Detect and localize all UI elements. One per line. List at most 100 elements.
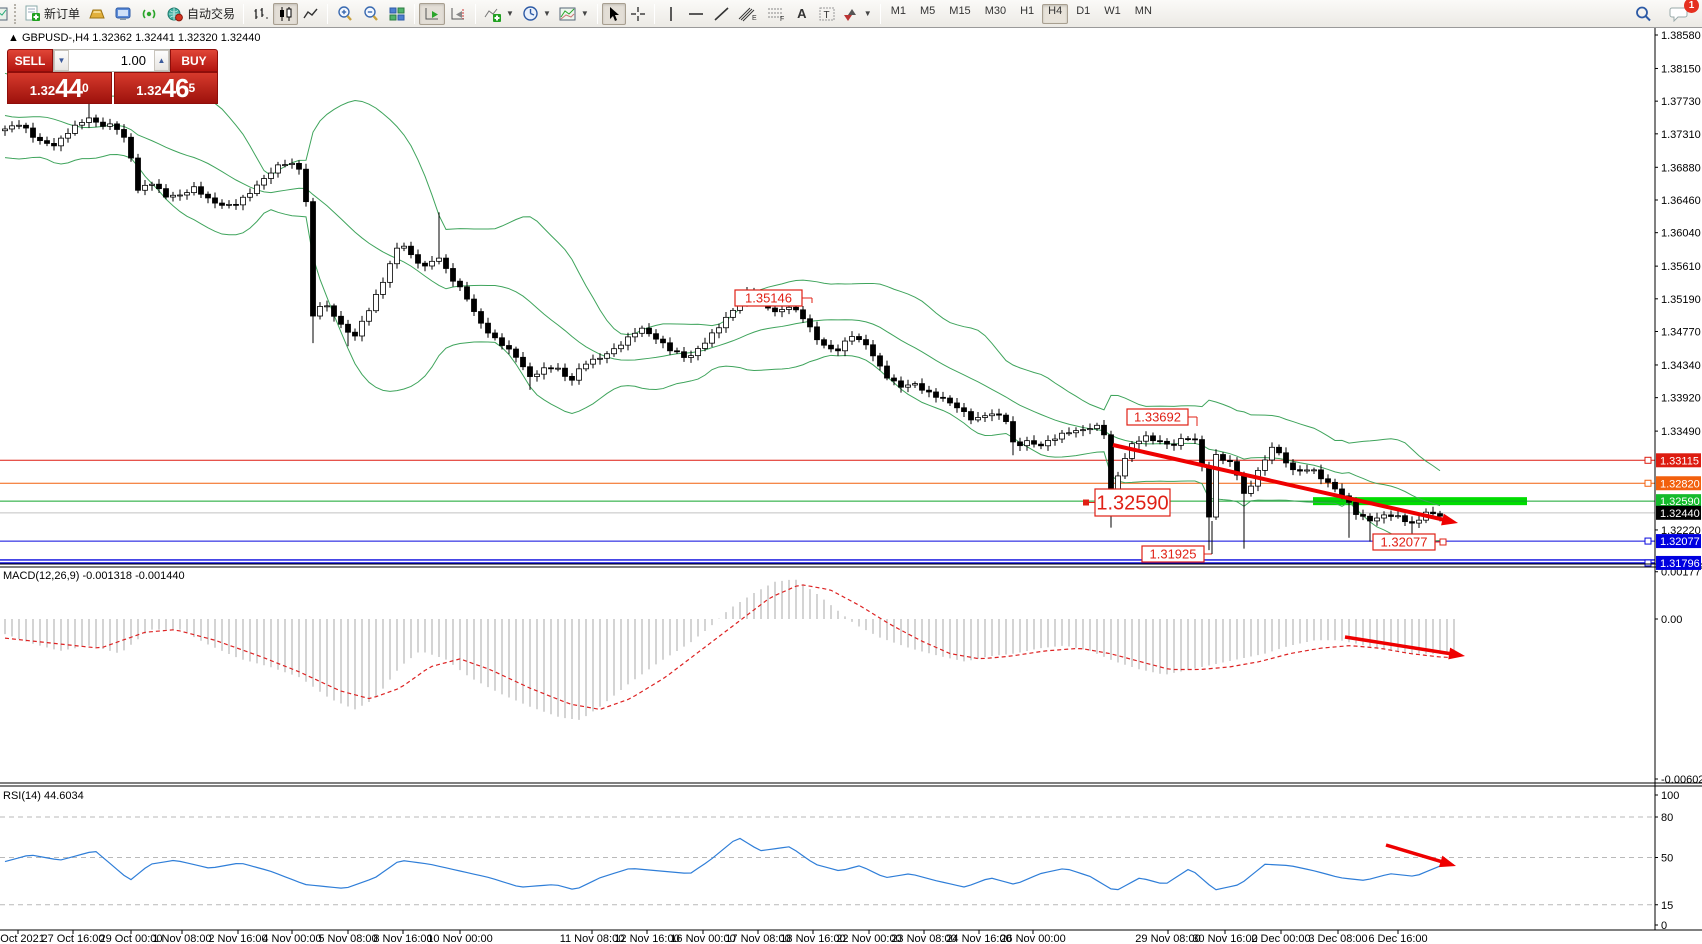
volume-increase-button[interactable]: ▲ bbox=[154, 50, 169, 71]
templates-button[interactable]: ▼ bbox=[555, 3, 593, 25]
candle bbox=[1025, 441, 1030, 446]
chart-canvas[interactable]: 1.385801.381501.377301.373101.368801.364… bbox=[0, 28, 1702, 944]
candle bbox=[430, 261, 435, 266]
timeframe-button-h1[interactable]: H1 bbox=[1014, 4, 1040, 24]
timeframe-button-m30[interactable]: M30 bbox=[979, 4, 1012, 24]
notifications-chat-icon[interactable]: 1 bbox=[1665, 3, 1692, 25]
svg-text:1.32590: 1.32590 bbox=[1096, 493, 1168, 515]
annotation-label[interactable]: 1.33692 bbox=[1127, 409, 1197, 426]
candle bbox=[969, 412, 974, 420]
svg-text:E: E bbox=[752, 15, 757, 22]
cursor-tool-button[interactable] bbox=[602, 3, 626, 25]
chart-shift-button[interactable] bbox=[445, 3, 471, 25]
search-icon[interactable] bbox=[1630, 3, 1657, 25]
annotation-label[interactable]: 1.32077 bbox=[1373, 534, 1446, 550]
autotrading-button[interactable]: 自动交易 bbox=[162, 3, 239, 25]
annotation-label[interactable]: 1.32590 bbox=[1083, 489, 1170, 516]
autotrading-label: 自动交易 bbox=[187, 5, 235, 22]
candle bbox=[52, 143, 57, 145]
candle bbox=[297, 163, 302, 169]
date-label: 2 Dec 00:00 bbox=[1251, 933, 1310, 944]
indicators-dropdown-arrow[interactable]: ▼ bbox=[506, 9, 514, 18]
equidistant-channel-tool[interactable]: E bbox=[734, 3, 762, 25]
candle bbox=[115, 124, 120, 130]
periods-dropdown-arrow[interactable]: ▼ bbox=[543, 9, 551, 18]
svg-text:1.35146: 1.35146 bbox=[745, 291, 792, 306]
price-tick: 1.36460 bbox=[1661, 195, 1701, 207]
new-order-button[interactable]: 新订单 bbox=[20, 3, 84, 25]
candle bbox=[1263, 460, 1268, 470]
periods-button[interactable]: ▼ bbox=[518, 3, 555, 25]
bar-chart-mode-button[interactable] bbox=[248, 3, 273, 25]
candle bbox=[94, 118, 99, 122]
sell-price-button[interactable]: 1.32440 bbox=[7, 72, 112, 104]
arrows-tool-button[interactable]: ▼ bbox=[840, 3, 876, 25]
hline-handle[interactable] bbox=[1645, 457, 1651, 463]
timeframe-button-w1[interactable]: W1 bbox=[1098, 4, 1127, 24]
sell-button[interactable]: SELL bbox=[7, 49, 53, 72]
hline-handle[interactable] bbox=[1645, 480, 1651, 486]
timeframe-button-h4[interactable]: H4 bbox=[1042, 4, 1068, 24]
templates-dropdown-arrow[interactable]: ▼ bbox=[581, 9, 589, 18]
indicators-button[interactable]: ▼ bbox=[480, 3, 518, 25]
price-line-label: 1.32077 bbox=[1660, 536, 1700, 548]
crosshair-tool-button[interactable] bbox=[626, 3, 650, 25]
fibonacci-tool[interactable]: F bbox=[762, 3, 790, 25]
volume-decrease-button[interactable]: ▼ bbox=[54, 50, 69, 71]
timeframe-button-d1[interactable]: D1 bbox=[1070, 4, 1096, 24]
candle bbox=[1095, 425, 1100, 428]
candle bbox=[584, 364, 589, 369]
candle bbox=[1326, 479, 1331, 483]
hline-handle[interactable] bbox=[1645, 538, 1651, 544]
hline-handle[interactable] bbox=[1645, 560, 1651, 566]
candlestick-mode-button[interactable] bbox=[273, 3, 298, 25]
arrows-dropdown-arrow[interactable]: ▼ bbox=[864, 9, 872, 18]
candle bbox=[794, 307, 799, 310]
zoom-out-button[interactable] bbox=[358, 3, 384, 25]
candle bbox=[143, 185, 148, 190]
candle bbox=[1214, 455, 1219, 518]
candle bbox=[129, 137, 134, 158]
text-label-tool[interactable]: T bbox=[814, 3, 840, 25]
candle bbox=[241, 197, 246, 205]
horizontal-line-tool[interactable] bbox=[683, 3, 709, 25]
candle bbox=[1004, 415, 1009, 421]
candle bbox=[1039, 444, 1044, 446]
candle bbox=[689, 356, 694, 358]
vertical-line-tool[interactable] bbox=[659, 3, 683, 25]
timeframe-button-mn[interactable]: MN bbox=[1129, 4, 1158, 24]
terminal-icon[interactable] bbox=[110, 3, 136, 25]
candle bbox=[815, 327, 820, 340]
text-tool[interactable]: A bbox=[790, 3, 814, 25]
candle bbox=[500, 338, 505, 346]
collapse-arrow-icon[interactable]: ▲ bbox=[8, 32, 19, 44]
line-chart-mode-button[interactable] bbox=[298, 3, 323, 25]
annotation-label[interactable]: 1.35146 bbox=[735, 290, 812, 306]
rsi-axis-tick: 0 bbox=[1661, 920, 1667, 932]
candle bbox=[192, 187, 197, 193]
candle bbox=[619, 345, 624, 349]
candle bbox=[773, 308, 778, 312]
candle bbox=[528, 367, 533, 377]
candle bbox=[1417, 520, 1422, 523]
candle bbox=[1151, 436, 1156, 441]
timeframe-button-m15[interactable]: M15 bbox=[943, 4, 976, 24]
macd-label: MACD(12,26,9) -0.001318 -0.001440 bbox=[3, 570, 185, 582]
zoom-in-button[interactable] bbox=[332, 3, 358, 25]
volume-input[interactable] bbox=[69, 50, 154, 71]
buy-button[interactable]: BUY bbox=[170, 49, 218, 72]
tile-windows-button[interactable] bbox=[384, 3, 410, 25]
candle bbox=[1046, 440, 1051, 445]
trendline-tool[interactable] bbox=[709, 3, 734, 25]
candle bbox=[108, 124, 113, 126]
timeframe-button-m5[interactable]: M5 bbox=[914, 4, 941, 24]
gold-ingot-icon[interactable] bbox=[84, 3, 110, 25]
candle bbox=[283, 165, 288, 166]
auto-scroll-button[interactable] bbox=[419, 3, 445, 25]
buy-price-button[interactable]: 1.32465 bbox=[114, 72, 219, 104]
candle bbox=[976, 417, 981, 419]
svg-text:1.32077: 1.32077 bbox=[1381, 535, 1428, 550]
signals-icon[interactable] bbox=[136, 3, 162, 25]
clipped-chart-icon[interactable] bbox=[0, 3, 12, 25]
timeframe-button-m1[interactable]: M1 bbox=[885, 4, 912, 24]
